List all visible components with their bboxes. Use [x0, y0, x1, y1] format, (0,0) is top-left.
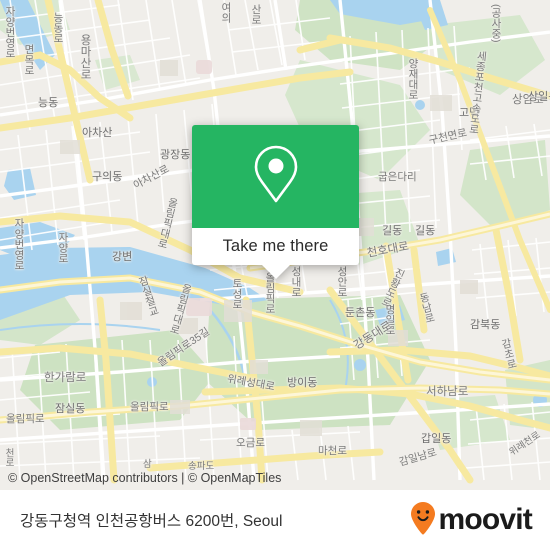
map-pin-icon	[250, 143, 302, 210]
moovit-logo[interactable]: moovit	[410, 501, 533, 540]
map-canvas[interactable]: 능동로 용마산로 면목로 자양번영로 능동 아차산 광장동 구의동 아차산로 자…	[0, 0, 550, 490]
popup-tail	[261, 265, 290, 279]
app-root: 능동로 용마산로 면목로 자양번영로 능동 아차산 광장동 구의동 아차산로 자…	[0, 0, 550, 550]
take-me-there-button[interactable]: Take me there	[192, 228, 359, 265]
map-attribution: © OpenStreetMap contributors | © OpenMap…	[8, 471, 282, 485]
footer-bar: 강동구청역 인천공항버스 6200번, Seoul moovit	[0, 490, 550, 550]
moovit-smiley-pin-icon	[410, 501, 436, 540]
popup-image-header	[192, 125, 359, 228]
location-popup[interactable]: Take me there	[192, 125, 359, 279]
page-title: 강동구청역 인천공항버스 6200번, Seoul	[20, 513, 283, 530]
take-me-there-label: Take me there	[222, 237, 329, 255]
moovit-wordmark: moovit	[438, 503, 532, 536]
